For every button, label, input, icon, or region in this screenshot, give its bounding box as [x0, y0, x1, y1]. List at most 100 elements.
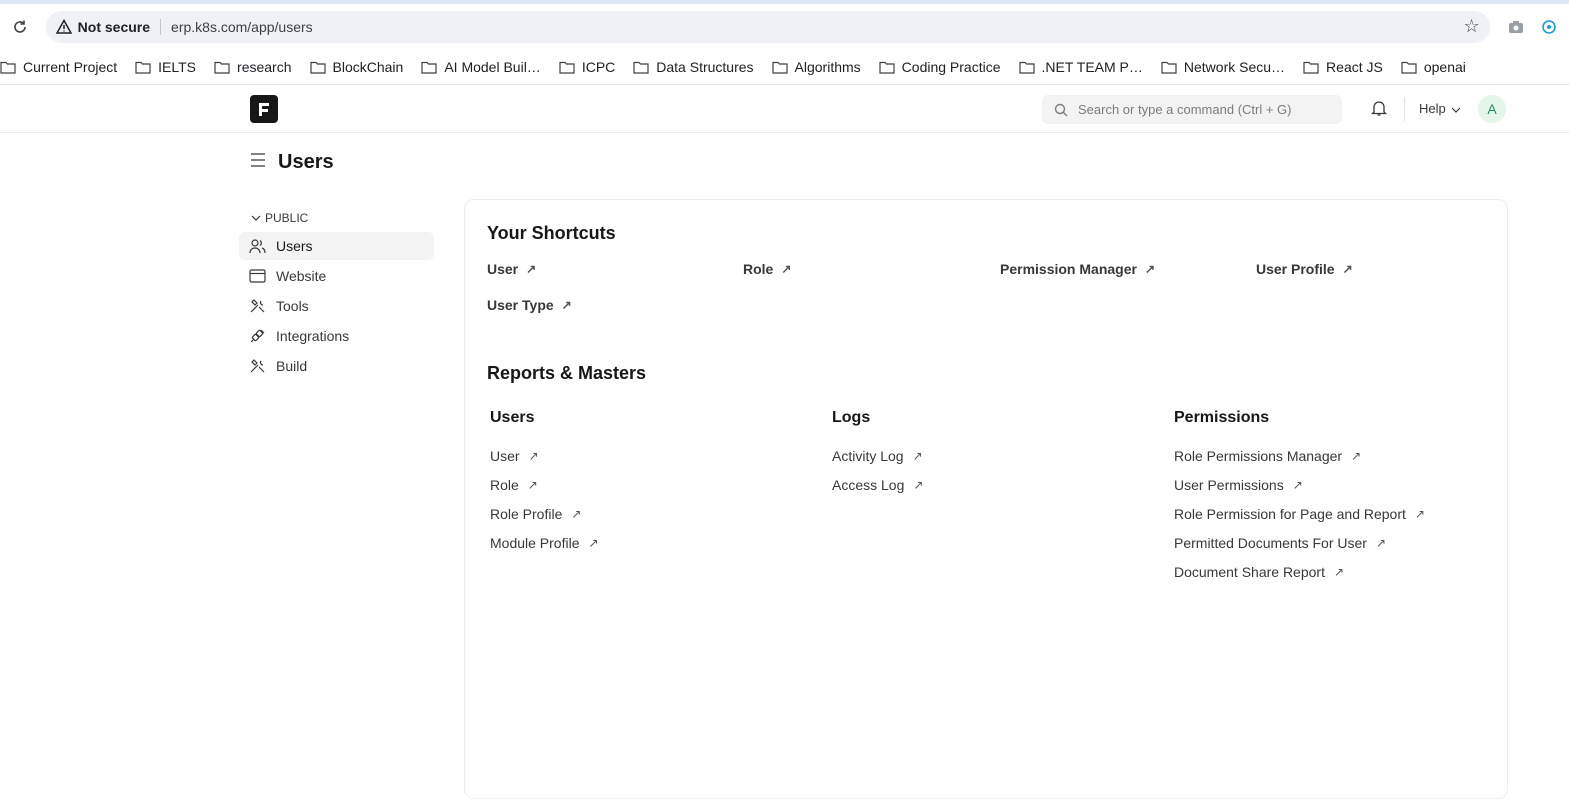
link-label: Role — [490, 477, 519, 493]
link-role-profile[interactable]: Role Profile ↗ — [490, 506, 581, 522]
bookmark-label: Data Structures — [656, 58, 754, 75]
bookmark-folder[interactable]: BlockChain — [301, 59, 413, 75]
external-arrow-icon: ↗ — [1292, 478, 1303, 492]
bookmark-folder[interactable]: Algorithms — [763, 59, 870, 75]
bookmark-folder[interactable]: openai — [1392, 59, 1475, 75]
shortcut-label: User — [487, 261, 519, 277]
bookmark-folder[interactable]: React JS — [1294, 59, 1392, 75]
link-document-share-report[interactable]: Document Share Report ↗ — [1174, 564, 1344, 580]
shortcut-label: Permission Manager — [1000, 261, 1137, 277]
sidebar-section-public[interactable]: PUBLIC — [239, 208, 434, 228]
external-arrow-icon: ↗ — [1375, 536, 1387, 550]
sidebar-item-users[interactable]: Users — [239, 232, 434, 260]
external-arrow-icon: ↗ — [1351, 449, 1362, 463]
link-role-permissions-manager[interactable]: Role Permissions Manager ↗ — [1174, 448, 1361, 464]
tools-icon — [250, 299, 265, 313]
extension-icon[interactable] — [1537, 15, 1561, 39]
shortcut-user-profile[interactable]: User Profile ↗ — [1256, 261, 1353, 277]
security-label: Not secure — [77, 18, 151, 35]
sidebar-item-label: Website — [276, 268, 327, 284]
bookmark-label: Coding Practice — [901, 58, 1001, 75]
external-arrow-icon: ↗ — [1144, 262, 1155, 276]
workspace-content: Your Shortcuts User ↗ Role ↗ Permission Ma… — [464, 199, 1508, 799]
sidebar-item-build[interactable]: Build — [239, 352, 434, 380]
sidebar-item-website[interactable]: Website — [239, 262, 434, 290]
link-module-profile[interactable]: Module Profile ↗ — [490, 535, 599, 551]
chevron-down-icon — [1451, 101, 1461, 116]
sidebar-item-integrations[interactable]: Integrations — [239, 322, 434, 350]
external-arrow-icon: ↗ — [913, 478, 924, 492]
build-icon — [250, 359, 265, 373]
folder-icon — [559, 61, 575, 74]
shortcut-label: User Profile — [1256, 261, 1335, 277]
bookmark-folder[interactable]: .NET TEAM P… — [1010, 59, 1152, 75]
link-role-permission-page-report[interactable]: Role Permission for Page and Report ↗ — [1174, 506, 1425, 522]
warning-icon — [55, 18, 72, 34]
bookmark-label: Network Secu… — [1183, 58, 1286, 75]
external-arrow-icon: ↗ — [571, 507, 582, 521]
user-avatar[interactable]: A — [1478, 95, 1506, 123]
link-label: Activity Log — [832, 448, 904, 464]
sidebar-section-label: PUBLIC — [265, 211, 309, 225]
link-user-permissions[interactable]: User Permissions ↗ — [1174, 477, 1303, 493]
folder-icon — [214, 61, 230, 74]
shortcut-user[interactable]: User ↗ — [487, 261, 536, 277]
bookmark-label: ICPC — [581, 58, 616, 75]
screenshot-extension-icon[interactable] — [1504, 15, 1528, 39]
folder-icon — [633, 61, 649, 74]
website-icon — [249, 269, 266, 283]
bookmark-folder[interactable]: IELTS — [126, 59, 205, 75]
bookmark-label: openai — [1423, 58, 1466, 75]
link-user[interactable]: User ↗ — [490, 448, 539, 464]
link-permitted-documents[interactable]: Permitted Documents For User ↗ — [1174, 535, 1386, 551]
bookmark-folder[interactable]: Coding Practice — [870, 59, 1010, 75]
search-input[interactable]: Search or type a command (Ctrl + G) — [1042, 95, 1342, 124]
external-arrow-icon: ↗ — [1342, 262, 1353, 276]
chevron-down-icon — [251, 215, 261, 221]
link-label: Permitted Documents For User — [1174, 535, 1367, 551]
sidebar-item-tools[interactable]: Tools — [239, 292, 434, 320]
url-text[interactable]: erp.k8s.com/app/users — [171, 19, 1464, 35]
link-activity-log[interactable]: Activity Log ↗ — [832, 448, 923, 464]
sidebar-item-label: Users — [276, 238, 313, 254]
bookmarks-bar: Current Project IELTS research BlockChain AI… — [0, 49, 1569, 85]
security-indicator[interactable]: Not secure — [55, 18, 162, 35]
link-role[interactable]: Role ↗ — [490, 477, 538, 493]
reports-title: Reports & Masters — [487, 363, 647, 383]
link-label: Module Profile — [490, 535, 580, 551]
shortcut-permission-manager[interactable]: Permission Manager ↗ — [1000, 261, 1155, 277]
external-arrow-icon: ↗ — [1414, 507, 1425, 521]
shortcut-label: Role — [743, 261, 774, 277]
reload-icon[interactable] — [8, 15, 32, 39]
address-bar[interactable]: Not secure erp.k8s.com/app/users ☆ — [45, 10, 1490, 43]
bookmark-star-icon[interactable]: ☆ — [1464, 16, 1480, 37]
app-logo[interactable] — [250, 95, 278, 123]
folder-icon — [421, 61, 437, 74]
external-arrow-icon: ↗ — [588, 536, 599, 550]
link-label: Document Share Report — [1174, 564, 1325, 580]
bookmark-folder[interactable]: Current Project — [0, 59, 126, 75]
bookmark-folder[interactable]: AI Model Buil… — [412, 59, 549, 75]
bookmark-folder[interactable]: ICPC — [550, 59, 624, 75]
search-icon — [1054, 103, 1068, 116]
help-dropdown[interactable]: Help — [1419, 101, 1461, 116]
folder-icon — [135, 61, 151, 74]
link-access-log[interactable]: Access Log ↗ — [832, 477, 923, 493]
shortcut-user-type[interactable]: User Type ↗ — [487, 297, 572, 313]
external-arrow-icon: ↗ — [528, 449, 539, 463]
link-label: User Permissions — [1174, 477, 1284, 493]
page-title: Users — [278, 151, 334, 173]
browser-toolbar: Not secure erp.k8s.com/app/users ☆ — [0, 4, 1569, 49]
bookmark-folder[interactable]: Network Secu… — [1152, 59, 1294, 75]
shortcut-role[interactable]: Role ↗ — [743, 261, 791, 277]
folder-icon — [309, 61, 326, 74]
link-label: Role Profile — [490, 506, 563, 522]
page-header: Users — [250, 151, 334, 174]
bookmark-folder[interactable]: research — [205, 59, 300, 75]
bookmark-label: AI Model Buil… — [444, 58, 541, 75]
bookmark-folder[interactable]: Data Structures — [624, 59, 762, 75]
link-label: User — [490, 448, 520, 464]
bookmark-label: Current Project — [23, 58, 118, 75]
notification-bell-icon[interactable] — [1370, 99, 1388, 122]
sidebar-toggle-icon[interactable] — [250, 153, 266, 172]
